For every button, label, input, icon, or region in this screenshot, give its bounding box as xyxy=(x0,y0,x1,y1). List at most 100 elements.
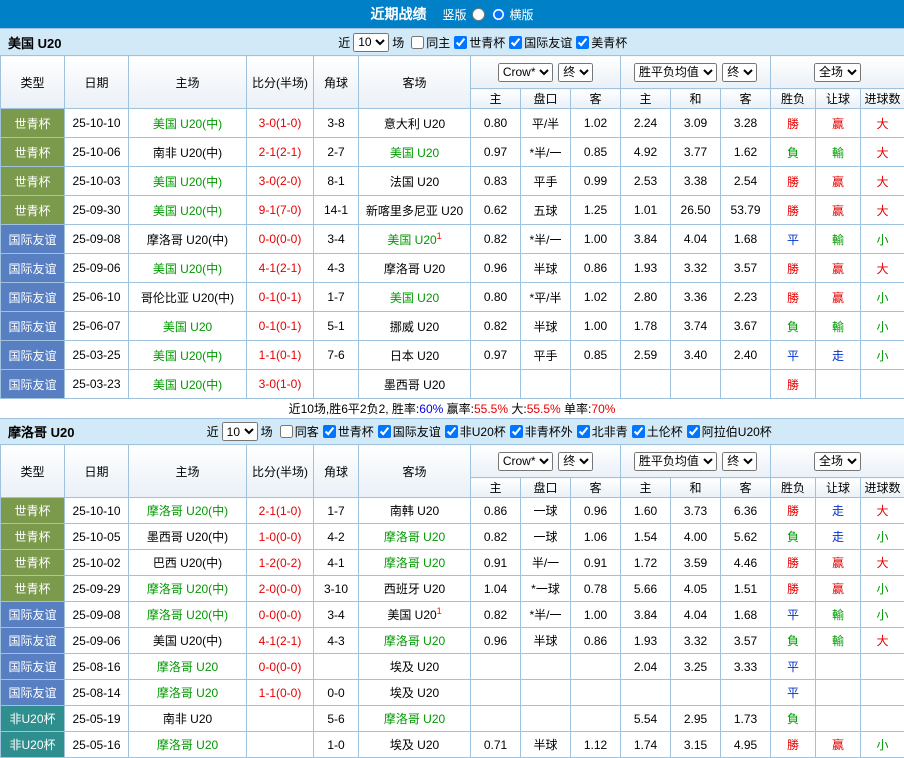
col-home: 主场 xyxy=(129,445,247,498)
score-cell xyxy=(247,732,314,758)
corner-cell: 1-7 xyxy=(314,283,359,312)
avg-away-odds-cell: 53.79 xyxy=(721,196,771,225)
handicap-result-cell: 赢 xyxy=(816,254,861,283)
fulltime-header: 全场 xyxy=(771,56,904,89)
league-cell: 国际友谊 xyxy=(1,254,65,283)
goals-result-cell: 小 xyxy=(861,602,904,628)
result-cell: 平 xyxy=(771,654,816,680)
filter-checkbox-世青杯[interactable] xyxy=(323,425,336,438)
goals-result-cell: 大 xyxy=(861,138,904,167)
crow-odds-header: Crow* 终 xyxy=(471,56,621,89)
away-team-cell: 摩洛哥 U20 xyxy=(359,550,471,576)
morocco-match-count-select[interactable]: 10 xyxy=(222,422,258,441)
goals-result-cell: 大 xyxy=(861,109,904,138)
horizontal-layout-label: 横版 xyxy=(510,6,534,23)
league-cell: 世青杯 xyxy=(1,109,65,138)
usa-filter-options: 同主世青杯国际友谊美青杯 xyxy=(407,34,627,51)
vertical-layout-label: 竖版 xyxy=(442,6,466,23)
filter-prefix: 近 xyxy=(338,34,350,51)
filter-checkbox-世青杯[interactable] xyxy=(454,36,467,49)
corner-cell xyxy=(314,370,359,399)
filter-checkbox-同主[interactable] xyxy=(411,36,424,49)
crow-home-odds-cell: 0.80 xyxy=(471,109,521,138)
filter-checkbox-国际友谊[interactable] xyxy=(509,36,522,49)
avg-stage-select[interactable]: 终 xyxy=(722,63,757,82)
avg-draw-odds-cell: 2.95 xyxy=(671,706,721,732)
vertical-layout-radio[interactable] xyxy=(472,8,485,21)
filter-prefix: 近 xyxy=(207,423,219,440)
avg-draw-odds-cell: 26.50 xyxy=(671,196,721,225)
handicap-result-cell: 走 xyxy=(816,524,861,550)
avg-away-odds-cell: 1.62 xyxy=(721,138,771,167)
match-scope-select[interactable]: 全场 xyxy=(814,63,861,82)
crow-handicap-cell xyxy=(521,680,571,706)
odds-stage-select[interactable]: 终 xyxy=(558,452,593,471)
date-cell: 25-09-08 xyxy=(65,225,129,254)
goals-result-cell: 大 xyxy=(861,254,904,283)
odds-stage-select[interactable]: 终 xyxy=(558,63,593,82)
usa-filter: 近 10 场 同主世青杯国际友谊美青杯 xyxy=(338,33,627,52)
date-cell: 25-05-16 xyxy=(65,732,129,758)
avg-odds-select[interactable]: 胜平负均值 xyxy=(634,63,717,82)
date-cell: 25-09-29 xyxy=(65,576,129,602)
avg-draw-odds-cell: 3.36 xyxy=(671,283,721,312)
league-cell: 国际友谊 xyxy=(1,370,65,399)
avg-draw-odds-cell: 3.38 xyxy=(671,167,721,196)
result-cell: 勝 xyxy=(771,576,816,602)
corner-cell: 3-10 xyxy=(314,576,359,602)
result-cell: 勝 xyxy=(771,550,816,576)
corner-cell: 4-1 xyxy=(314,550,359,576)
league-cell: 世青杯 xyxy=(1,196,65,225)
match-row: 国际友谊25-09-08摩洛哥 U20(中)0-0(0-0)3-4美国 U201… xyxy=(1,225,904,254)
goals-result-cell: 小 xyxy=(861,732,904,758)
away-team-cell: 挪威 U20 xyxy=(359,312,471,341)
crow-away-odds-cell: 0.86 xyxy=(571,628,621,654)
corner-cell: 7-6 xyxy=(314,341,359,370)
handicap-result-cell xyxy=(816,680,861,706)
result-cell: 勝 xyxy=(771,498,816,524)
filter-checkbox-阿拉伯U20杯[interactable] xyxy=(687,425,700,438)
col-goals-result: 进球数 xyxy=(861,478,904,498)
corner-cell: 1-7 xyxy=(314,498,359,524)
filter-option: 世青杯 xyxy=(454,34,505,51)
horizontal-layout-radio[interactable] xyxy=(492,8,505,21)
filter-checkbox-非青杯外[interactable] xyxy=(510,425,523,438)
filter-checkbox-非U20杯[interactable] xyxy=(445,425,458,438)
league-cell: 世青杯 xyxy=(1,138,65,167)
away-team-cell: 摩洛哥 U20 xyxy=(359,524,471,550)
filter-checkbox-北非青[interactable] xyxy=(577,425,590,438)
score-cell: 1-1(0-1) xyxy=(247,341,314,370)
avg-stage-select[interactable]: 终 xyxy=(722,452,757,471)
match-row: 国际友谊25-08-14摩洛哥 U201-1(0-0)0-0埃及 U20平 xyxy=(1,680,904,706)
avg-home-odds-cell: 2.53 xyxy=(621,167,671,196)
match-scope-select[interactable]: 全场 xyxy=(814,452,861,471)
bookmaker-select[interactable]: Crow* xyxy=(498,452,553,471)
avg-away-odds-cell: 3.28 xyxy=(721,109,771,138)
avg-away-odds-cell: 1.68 xyxy=(721,225,771,254)
away-team-cell: 摩洛哥 U20 xyxy=(359,254,471,283)
crow-handicap-cell: 平手 xyxy=(521,167,571,196)
filter-checkbox-美青杯[interactable] xyxy=(576,36,589,49)
result-cell: 平 xyxy=(771,680,816,706)
filter-checkbox-国际友谊[interactable] xyxy=(378,425,391,438)
avg-draw-odds-cell: 3.25 xyxy=(671,654,721,680)
team-note-superscript: 1 xyxy=(437,231,442,241)
filter-checkbox-同客[interactable] xyxy=(280,425,293,438)
crow-away-odds-cell: 0.78 xyxy=(571,576,621,602)
avg-odds-select[interactable]: 胜平负均值 xyxy=(634,452,717,471)
avg-away-odds-cell: 3.57 xyxy=(721,254,771,283)
usa-match-count-select[interactable]: 10 xyxy=(353,33,389,52)
date-cell: 25-10-10 xyxy=(65,498,129,524)
crow-away-odds-cell xyxy=(571,706,621,732)
avg-away-odds-cell: 5.62 xyxy=(721,524,771,550)
match-row: 国际友谊25-06-07美国 U200-1(0-1)5-1挪威 U200.82半… xyxy=(1,312,904,341)
bookmaker-select[interactable]: Crow* xyxy=(498,63,553,82)
crow-handicap-cell: *半/一 xyxy=(521,138,571,167)
col-crow-away: 客 xyxy=(571,478,621,498)
filter-checkbox-土伦杯[interactable] xyxy=(632,425,645,438)
col-handicap-result: 让球 xyxy=(816,89,861,109)
avg-draw-odds-cell: 3.15 xyxy=(671,732,721,758)
score-cell: 0-0(0-0) xyxy=(247,654,314,680)
league-cell: 国际友谊 xyxy=(1,283,65,312)
away-team-cell: 日本 U20 xyxy=(359,341,471,370)
